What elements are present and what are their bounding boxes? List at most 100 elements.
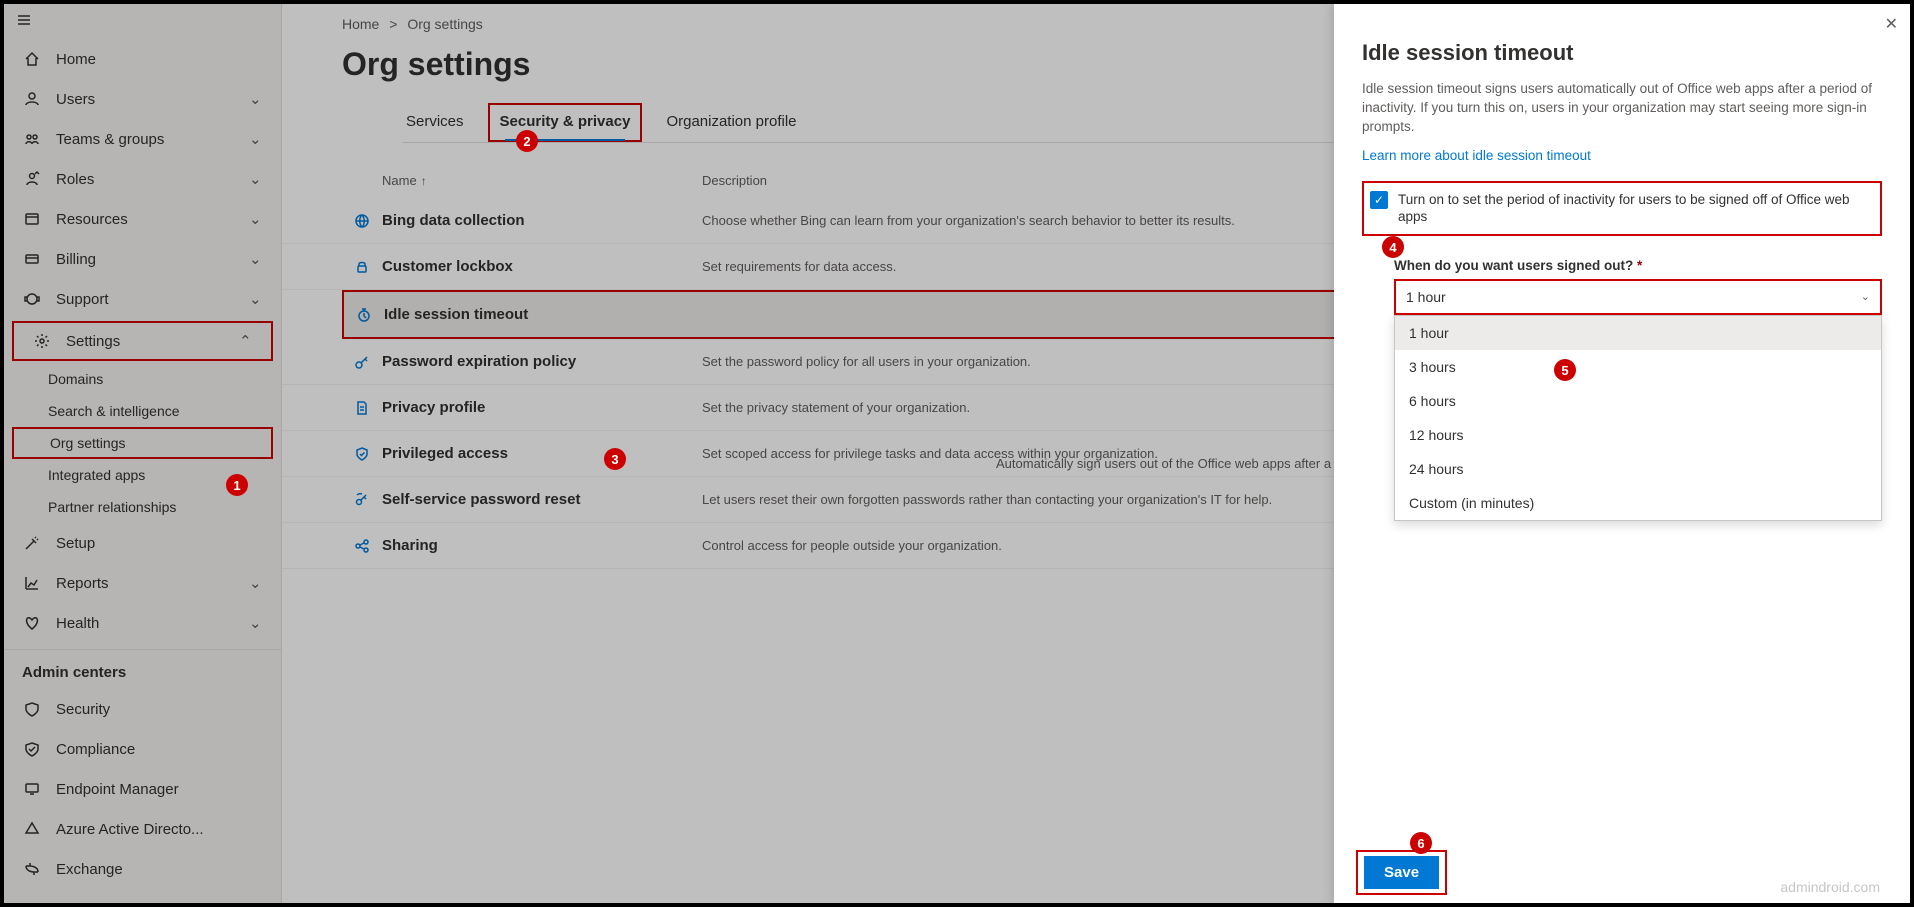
nav-label: Setup [56, 535, 263, 552]
admin-security[interactable]: Security [4, 689, 281, 729]
admin-endpoint[interactable]: Endpoint Manager [4, 769, 281, 809]
timeout-dropdown[interactable]: 1 hour ⌄ [1394, 279, 1882, 315]
subnav-label: Domains [48, 371, 103, 387]
users-icon [22, 91, 42, 107]
required-star: * [1637, 258, 1642, 273]
dropdown-option[interactable]: 3 hours [1395, 350, 1881, 384]
nav-label: Resources [56, 211, 249, 228]
hamburger-icon[interactable] [4, 4, 281, 39]
document-icon [342, 400, 382, 416]
callout-marker-6: 6 [1410, 832, 1432, 854]
dropdown-label: When do you want users signed out? * [1394, 258, 1882, 273]
row-name: Password expiration policy [382, 353, 702, 370]
dropdown-option[interactable]: Custom (in minutes) [1395, 486, 1881, 520]
admin-exchange[interactable]: Exchange [4, 849, 281, 889]
chevron-down-icon: ⌄ [249, 614, 263, 632]
nav-label: Azure Active Directo... [56, 821, 263, 838]
nav-setup[interactable]: Setup [4, 523, 281, 563]
learn-more-link[interactable]: Learn more about idle session timeout [1362, 148, 1591, 163]
gear-icon [32, 333, 52, 349]
sort-asc-icon: ↑ [421, 174, 427, 188]
admin-centers-heading: Admin centers [4, 656, 281, 689]
subnav-label: Search & intelligence [48, 403, 180, 419]
nav-label: Exchange [56, 861, 263, 878]
shield-icon [22, 701, 42, 717]
subnav-partner[interactable]: Partner relationships [4, 491, 281, 523]
admin-aad[interactable]: Azure Active Directo... [4, 809, 281, 849]
nav-label: Settings [66, 333, 239, 350]
subnav-org-settings[interactable]: Org settings [12, 427, 273, 459]
dropdown-option[interactable]: 24 hours [1395, 452, 1881, 486]
breadcrumb-current: Org settings [407, 16, 482, 32]
row-name: Customer lockbox [382, 258, 702, 275]
row-name: Sharing [382, 537, 702, 554]
close-icon[interactable]: ✕ [1885, 14, 1898, 34]
sidebar: Home Users ⌄ Teams & groups ⌄ Roles ⌄ Re… [4, 4, 282, 903]
endpoint-icon [22, 781, 42, 797]
nav-roles[interactable]: Roles ⌄ [4, 159, 281, 199]
tab-org-profile[interactable]: Organization profile [662, 103, 800, 142]
support-icon [22, 291, 42, 307]
row-name: Idle session timeout [384, 306, 644, 323]
breadcrumb-home[interactable]: Home [342, 16, 379, 32]
chevron-down-icon: ⌄ [249, 210, 263, 228]
lock-icon [342, 259, 382, 275]
admin-compliance[interactable]: Compliance [4, 729, 281, 769]
home-icon [22, 51, 42, 67]
panel-description: Idle session timeout signs users automat… [1362, 80, 1882, 137]
side-panel: ✕ Idle session timeout Idle session time… [1334, 4, 1910, 903]
nav-label: Support [56, 291, 249, 308]
checkbox-checked-icon[interactable]: ✓ [1370, 191, 1388, 209]
nav-resources[interactable]: Resources ⌄ [4, 199, 281, 239]
nav-users[interactable]: Users ⌄ [4, 79, 281, 119]
nav-home[interactable]: Home [4, 39, 281, 79]
dropdown-option[interactable]: 1 hour [1395, 316, 1881, 350]
clock-icon [344, 307, 384, 323]
row-name: Privacy profile [382, 399, 702, 416]
compliance-icon [22, 741, 42, 757]
azure-icon [22, 821, 42, 837]
col-name-label: Name [382, 173, 417, 188]
nav-reports[interactable]: Reports ⌄ [4, 563, 281, 603]
chevron-down-icon: ⌄ [249, 250, 263, 268]
nav-label: Compliance [56, 741, 263, 758]
nav-settings[interactable]: Settings ⌃ [12, 321, 273, 361]
tab-security-privacy[interactable]: Security & privacy [488, 103, 643, 142]
nav-support[interactable]: Support ⌄ [4, 279, 281, 319]
chevron-down-icon: ⌄ [249, 290, 263, 308]
save-button-highlight: Save [1356, 850, 1447, 895]
callout-marker-1: 1 [226, 474, 248, 496]
tab-services[interactable]: Services [402, 103, 468, 142]
heart-icon [22, 615, 42, 631]
dropdown-option[interactable]: 12 hours [1395, 418, 1881, 452]
teams-icon [22, 131, 42, 147]
chevron-down-icon: ⌄ [249, 574, 263, 592]
dropdown-list: 1 hour 3 hours 6 hours 12 hours 24 hours… [1394, 315, 1882, 521]
nav-health[interactable]: Health ⌄ [4, 603, 281, 643]
dropdown-option[interactable]: 6 hours [1395, 384, 1881, 418]
nav-teams[interactable]: Teams & groups ⌄ [4, 119, 281, 159]
dropdown-selected: 1 hour [1406, 289, 1446, 305]
row-name: Privileged access [382, 445, 702, 462]
subnav-search-intelligence[interactable]: Search & intelligence [4, 395, 281, 427]
nav-label: Teams & groups [56, 131, 249, 148]
nav-label: Endpoint Manager [56, 781, 263, 798]
nav-label: Reports [56, 575, 249, 592]
subnav-label: Org settings [50, 435, 125, 451]
breadcrumb-sep: > [389, 16, 397, 32]
chart-icon [22, 575, 42, 591]
roles-icon [22, 171, 42, 187]
nav-label: Billing [56, 251, 249, 268]
save-button[interactable]: Save [1364, 856, 1439, 889]
share-icon [342, 538, 382, 554]
col-name-header[interactable]: Name ↑ [382, 173, 702, 188]
callout-marker-5: 5 [1554, 359, 1576, 381]
globe-icon [342, 213, 382, 229]
subnav-label: Partner relationships [48, 499, 176, 515]
nav-billing[interactable]: Billing ⌄ [4, 239, 281, 279]
callout-marker-2: 2 [516, 130, 538, 152]
nav-label: Home [56, 51, 263, 68]
subnav-domains[interactable]: Domains [4, 363, 281, 395]
toggle-row[interactable]: ✓ Turn on to set the period of inactivit… [1362, 181, 1882, 236]
callout-marker-4: 4 [1382, 236, 1404, 258]
